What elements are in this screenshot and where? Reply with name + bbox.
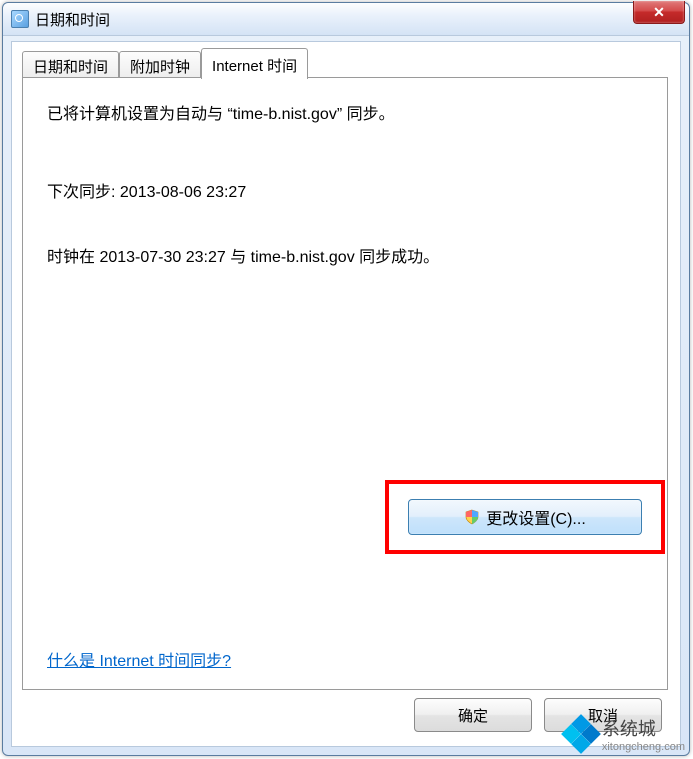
last-sync-text: 时钟在 2013-07-30 23:27 与 time-b.nist.gov 同…	[47, 247, 647, 269]
client-area: 日期和时间 附加时钟 Internet 时间 已将计算机设置为自动与 “time…	[11, 41, 681, 747]
clock-icon	[11, 10, 29, 28]
tab-date-time[interactable]: 日期和时间	[22, 51, 119, 80]
watermark-logo-icon	[564, 717, 598, 751]
close-button[interactable]: ✕	[633, 1, 685, 24]
ok-button[interactable]: 确定	[414, 698, 532, 732]
uac-shield-icon	[464, 509, 480, 525]
annotation-highlight-box: 更改设置(C)...	[385, 480, 665, 554]
close-icon: ✕	[653, 4, 665, 21]
tab-panel-internet-time: 已将计算机设置为自动与 “time-b.nist.gov” 同步。 下次同步: …	[22, 77, 668, 690]
dialog-window: 日期和时间 ✕ 日期和时间 附加时钟 Internet 时间 已将计算机设置为自…	[2, 2, 690, 756]
change-settings-button[interactable]: 更改设置(C)...	[408, 499, 642, 535]
change-settings-label: 更改设置(C)...	[486, 505, 586, 529]
watermark-brand: 系统城	[602, 715, 685, 741]
tabstrip: 日期和时间 附加时钟 Internet 时间	[22, 50, 308, 78]
titlebar: 日期和时间 ✕	[3, 3, 689, 36]
next-sync-text: 下次同步: 2013-08-06 23:27	[47, 182, 647, 204]
tab-internet-time[interactable]: Internet 时间	[201, 48, 308, 79]
help-link-internet-time[interactable]: 什么是 Internet 时间同步?	[47, 647, 231, 671]
watermark: 系统城 xitongcheng.com	[564, 715, 685, 753]
tab-additional-clocks[interactable]: 附加时钟	[119, 51, 201, 80]
watermark-url: xitongcheng.com	[602, 741, 685, 753]
sync-config-text: 已将计算机设置为自动与 “time-b.nist.gov” 同步。	[47, 104, 647, 126]
window-title: 日期和时间	[35, 9, 110, 30]
